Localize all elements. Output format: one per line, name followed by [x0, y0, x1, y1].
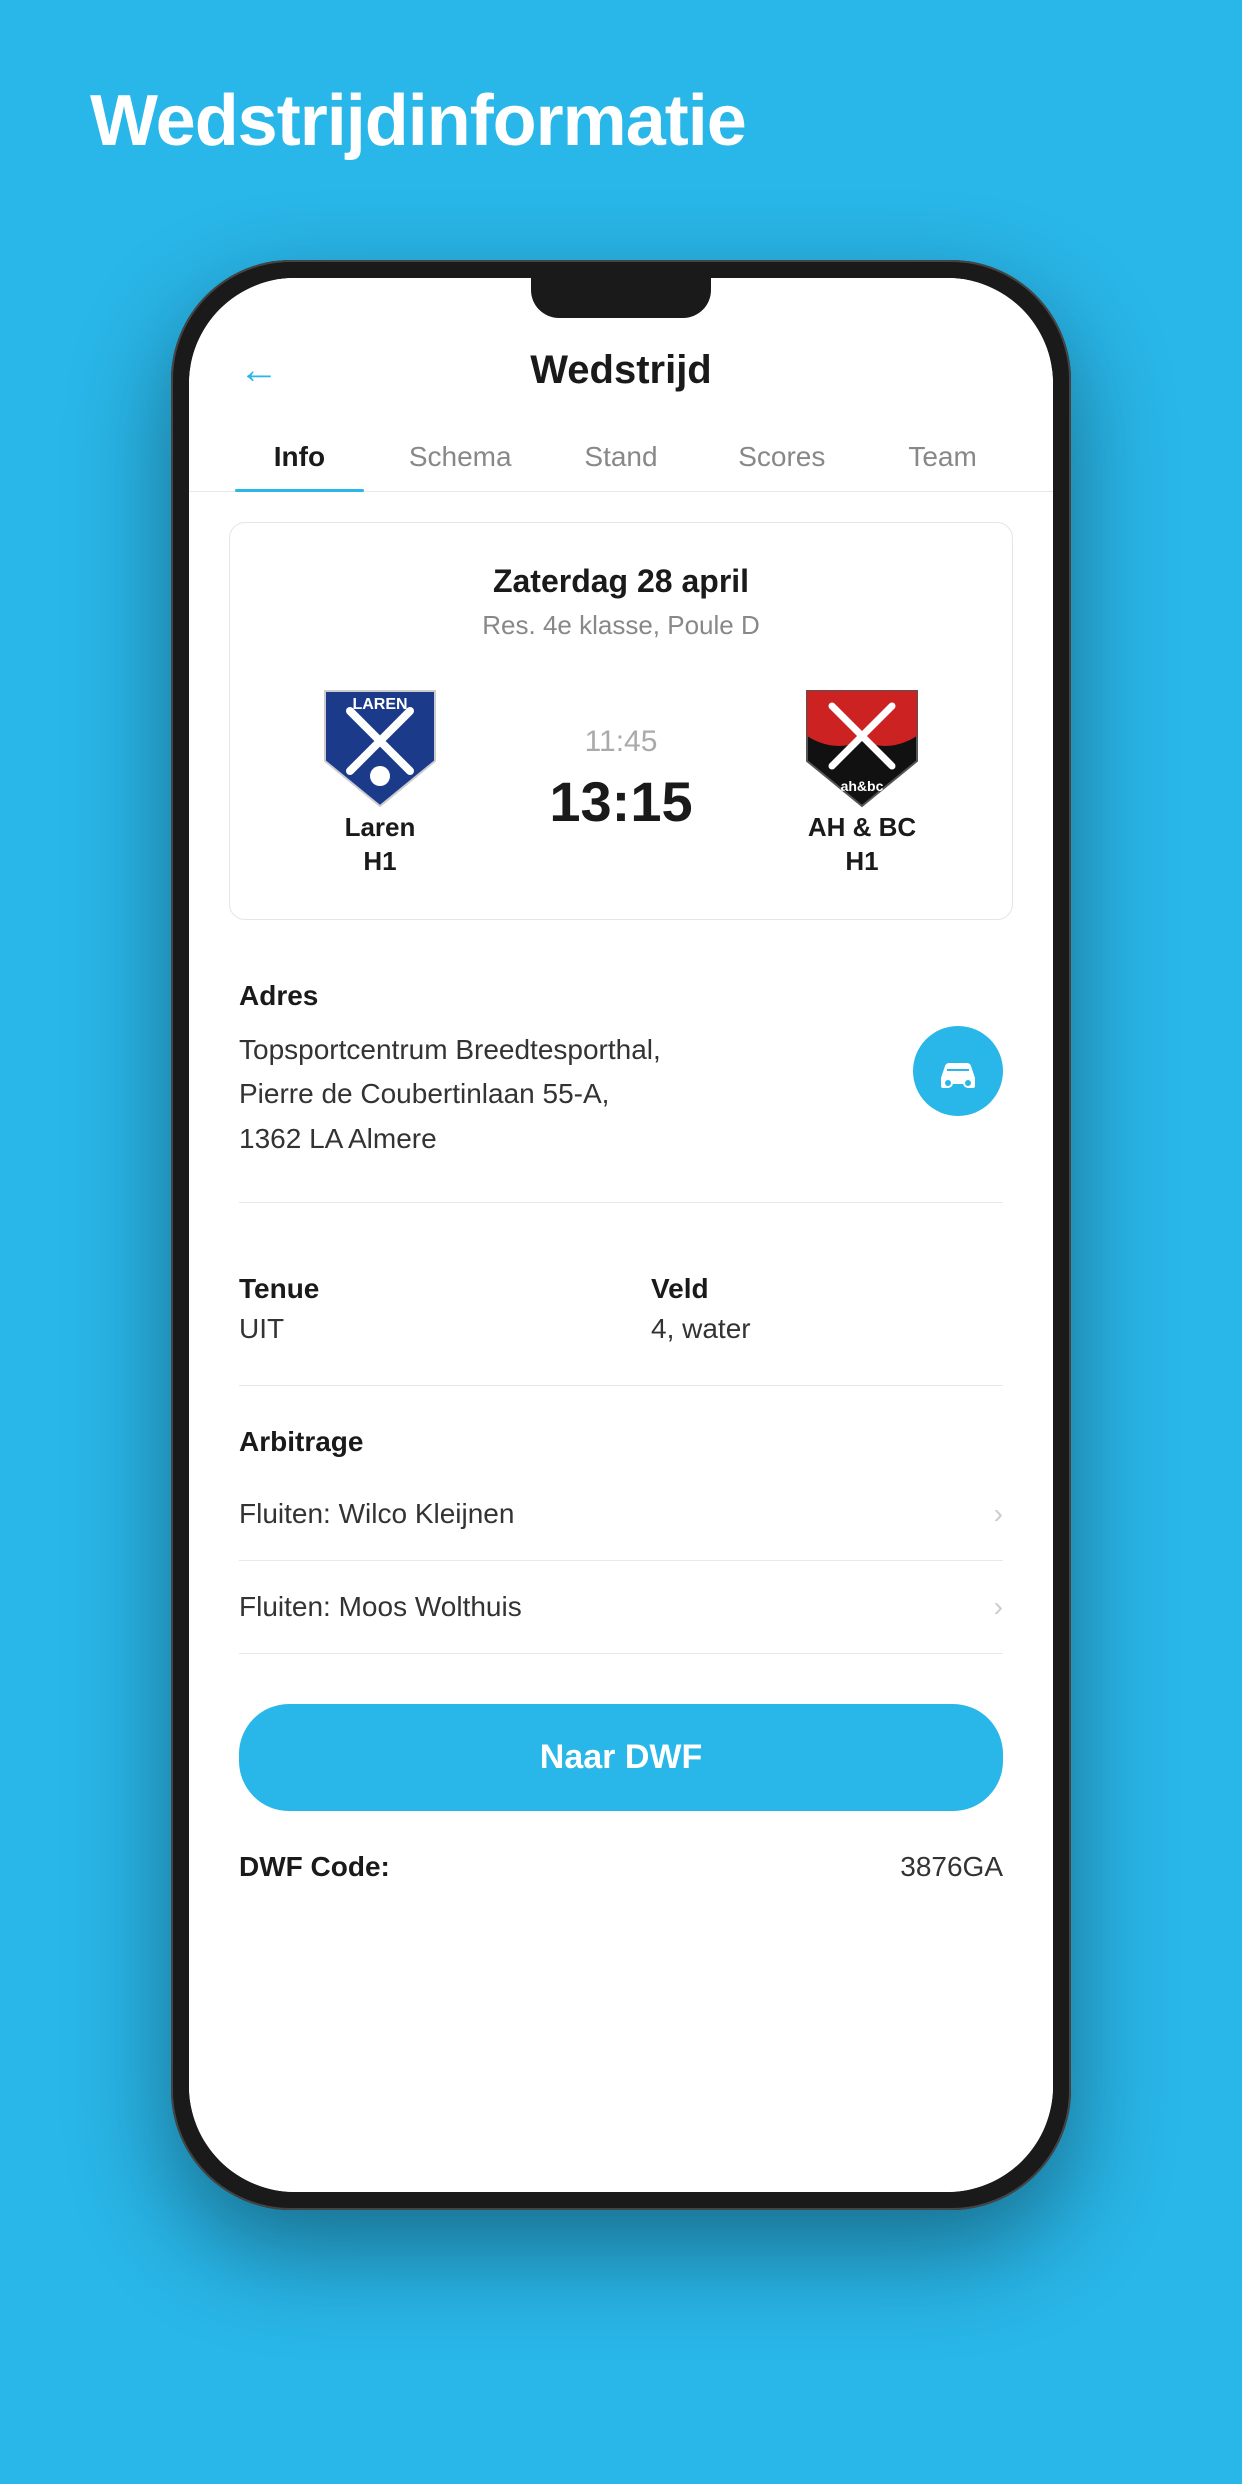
svg-text:ah&bc: ah&bc — [841, 778, 884, 794]
car-icon — [933, 1046, 983, 1096]
app-content: ← Wedstrijd Info Schema Stand Scores Tea… — [189, 278, 1053, 2192]
scroll-content[interactable]: Zaterdag 28 april Res. 4e klasse, Poule … — [189, 492, 1053, 2192]
arbitrage-text-2: Fluiten: Moos Wolthuis — [239, 1591, 522, 1623]
score-time: 11:45 — [585, 725, 658, 759]
veld-label: Veld — [651, 1273, 1003, 1305]
phone-screen: ← Wedstrijd Info Schema Stand Scores Tea… — [189, 278, 1053, 2192]
tenue-value: UIT — [239, 1313, 591, 1345]
match-league: Res. 4e klasse, Poule D — [260, 610, 982, 641]
score-main: 13:15 — [549, 769, 692, 834]
match-date: Zaterdag 28 april — [260, 563, 982, 600]
tabs-bar: Info Schema Stand Scores Team — [189, 423, 1053, 492]
divider-2 — [239, 1385, 1003, 1386]
chevron-icon-2: › — [994, 1591, 1003, 1623]
phone-notch — [531, 278, 711, 318]
arbitrage-section: Arbitrage Fluiten: Wilco Kleijnen › Flui… — [189, 1396, 1053, 1664]
arbitrage-title: Arbitrage — [239, 1426, 1003, 1458]
match-teams-row: LAREN Laren H1 11:45 13:15 — [260, 681, 982, 879]
tab-stand[interactable]: Stand — [541, 423, 702, 491]
dwf-code-label: DWF Code: — [239, 1851, 390, 1883]
address-section: Adres Topsportcentrum Breedtesporthal,Pi… — [189, 950, 1053, 1192]
laren-logo: LAREN — [315, 681, 445, 811]
home-team-name: Laren H1 — [345, 811, 416, 879]
tab-schema[interactable]: Schema — [380, 423, 541, 491]
away-team-name: AH & BC H1 — [808, 811, 916, 879]
tenue-col: Tenue UIT — [239, 1273, 591, 1345]
tab-team[interactable]: Team — [862, 423, 1023, 491]
address-title: Adres — [239, 980, 1003, 1012]
chevron-icon-1: › — [994, 1498, 1003, 1530]
tenue-veld-section: Tenue UIT Veld 4, water — [189, 1213, 1053, 1375]
home-team-block: LAREN Laren H1 — [280, 681, 480, 879]
arbitrage-item-1[interactable]: Fluiten: Wilco Kleijnen › — [239, 1468, 1003, 1561]
dwf-button[interactable]: Naar DWF — [239, 1704, 1003, 1811]
arbitrage-item-2[interactable]: Fluiten: Moos Wolthuis › — [239, 1561, 1003, 1654]
arbitrage-text-1: Fluiten: Wilco Kleijnen — [239, 1498, 514, 1530]
back-button[interactable]: ← — [239, 348, 279, 393]
dwf-section: Naar DWF — [189, 1664, 1053, 1831]
away-team-block: ah&bc AH & BC H1 — [762, 681, 962, 879]
veld-value: 4, water — [651, 1313, 1003, 1345]
page-background-title: Wedstrijdinformatie — [0, 0, 1242, 162]
veld-col: Veld 4, water — [651, 1273, 1003, 1345]
match-card: Zaterdag 28 april Res. 4e klasse, Poule … — [229, 522, 1013, 920]
dwf-code-row: DWF Code: 3876GA — [189, 1831, 1053, 1903]
navigate-button[interactable] — [913, 1026, 1003, 1116]
svg-text:LAREN: LAREN — [352, 696, 407, 713]
phone-shell: ← Wedstrijd Info Schema Stand Scores Tea… — [171, 260, 1071, 2210]
info-row: Tenue UIT Veld 4, water — [239, 1273, 1003, 1345]
tab-scores[interactable]: Scores — [701, 423, 862, 491]
tab-info[interactable]: Info — [219, 423, 380, 491]
score-block: 11:45 13:15 — [480, 725, 762, 834]
divider-1 — [239, 1202, 1003, 1203]
address-text: Topsportcentrum Breedtesporthal,Pierre d… — [239, 1028, 1003, 1162]
tenue-label: Tenue — [239, 1273, 591, 1305]
page-title: Wedstrijd — [530, 348, 712, 393]
ahbc-logo: ah&bc — [797, 681, 927, 811]
dwf-code-value: 3876GA — [900, 1851, 1003, 1883]
